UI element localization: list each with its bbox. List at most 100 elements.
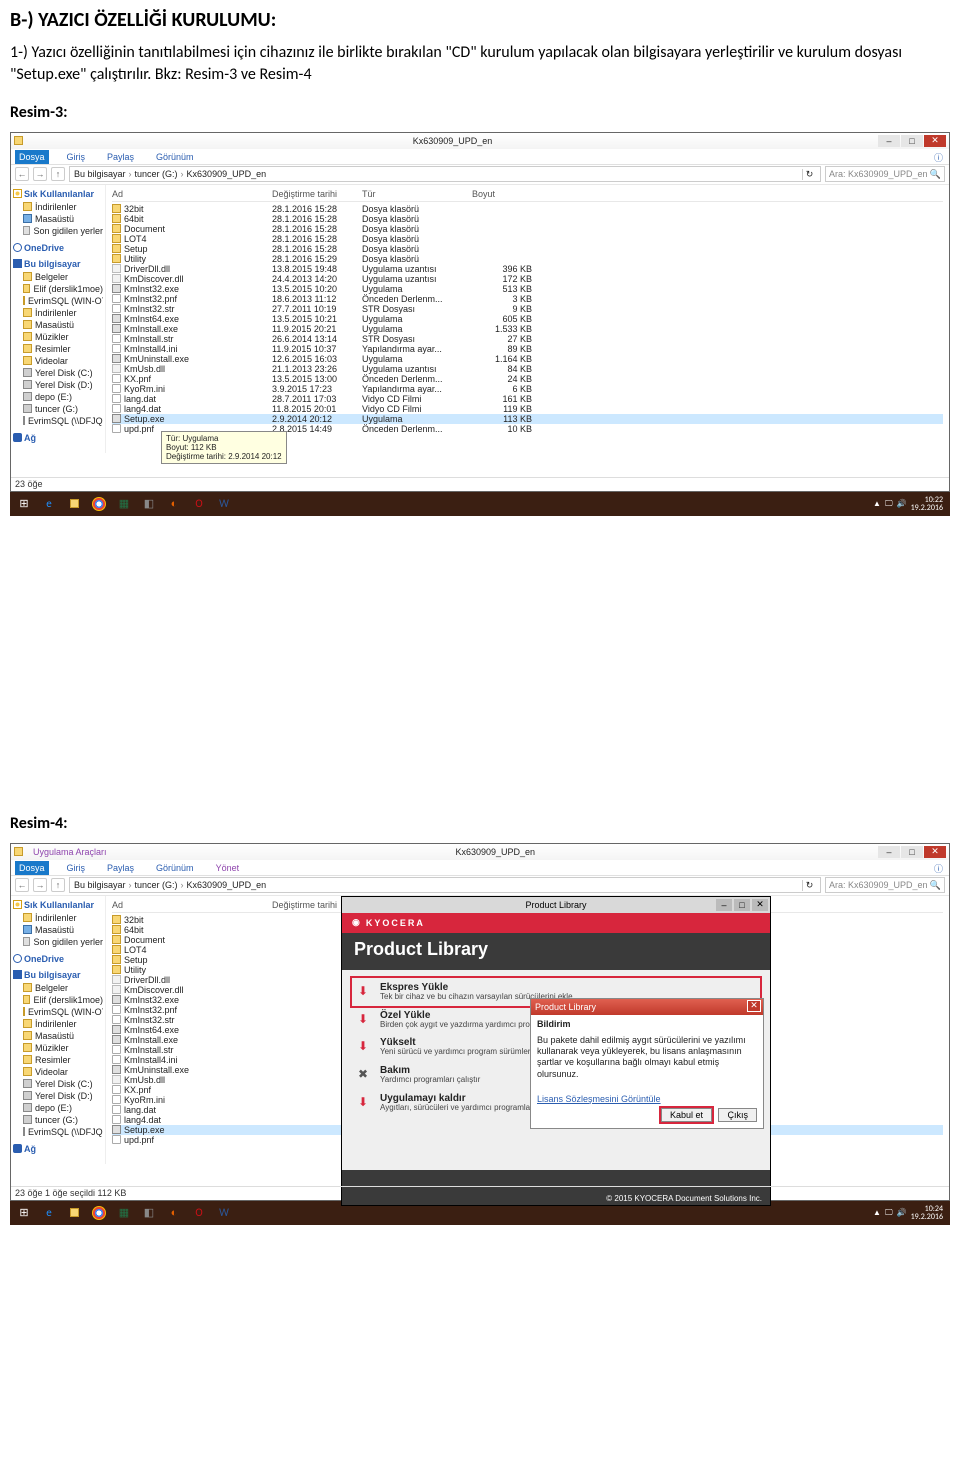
nav-item[interactable]: Elif (derslik1moe) bbox=[13, 283, 103, 295]
nav-item[interactable]: Videolar bbox=[13, 355, 103, 367]
nav-item[interactable]: tuncer (G:) bbox=[13, 403, 103, 415]
taskbar-explorer-icon[interactable] bbox=[64, 495, 84, 513]
file-row[interactable]: Utility28.1.2016 15:29Dosya klasörü bbox=[112, 254, 943, 264]
taskbar-firefox-icon[interactable]: ◐ bbox=[164, 495, 184, 513]
tray-up-icon[interactable]: ▲ bbox=[873, 499, 881, 509]
nav-item[interactable]: İndirilenler bbox=[13, 307, 103, 319]
breadcrumb-seg[interactable]: Kx630909_UPD_en bbox=[187, 169, 267, 179]
nav-item[interactable]: İndirilenler bbox=[13, 1018, 103, 1030]
maximize-button[interactable]: □ bbox=[901, 846, 923, 858]
nav-forward-button[interactable]: → bbox=[33, 878, 47, 892]
nav-item[interactable]: Son gidilen yerler bbox=[13, 936, 103, 948]
notification-close-button[interactable]: ✕ bbox=[747, 1000, 761, 1012]
system-tray[interactable]: ▲ 🖵 🔊 10:24 19.2.2016 bbox=[873, 1205, 946, 1221]
maximize-button[interactable]: □ bbox=[901, 135, 923, 147]
nav-item[interactable]: Masaüstü bbox=[13, 213, 103, 225]
tray-clock[interactable]: 10:22 19.2.2016 bbox=[911, 496, 943, 512]
col-type[interactable]: Tür bbox=[362, 189, 472, 199]
nav-item[interactable]: Yerel Disk (C:) bbox=[13, 1078, 103, 1090]
nav-onedrive[interactable]: OneDrive bbox=[13, 954, 103, 964]
file-row[interactable]: KmDiscover.dll24.4.2013 14:20Uygulama uz… bbox=[112, 274, 943, 284]
breadcrumb-seg[interactable]: tuncer (G:) bbox=[135, 880, 178, 890]
ribbon-help-icon[interactable]: ⓘ bbox=[934, 862, 943, 875]
nav-item[interactable]: depo (E:) bbox=[13, 391, 103, 403]
pl-maximize-button[interactable]: □ bbox=[734, 899, 750, 911]
nav-item[interactable]: EvrimSQL (WIN-O70 bbox=[13, 295, 103, 307]
taskbar-firefox-icon[interactable]: ◐ bbox=[164, 1204, 184, 1222]
taskbar-app-icon[interactable]: ◧ bbox=[139, 495, 159, 513]
nav-onedrive[interactable]: OneDrive bbox=[13, 243, 103, 253]
breadcrumb-seg[interactable]: tuncer (G:) bbox=[135, 169, 178, 179]
taskbar-chrome-icon[interactable] bbox=[89, 1204, 109, 1222]
taskbar-explorer-icon[interactable] bbox=[64, 1204, 84, 1222]
tab-paylas[interactable]: Paylaş bbox=[103, 861, 138, 875]
taskbar-ie-icon[interactable]: e bbox=[39, 495, 59, 513]
search-input[interactable]: Ara: Kx630909_UPD_en 🔍 bbox=[825, 877, 945, 893]
nav-back-button[interactable]: ← bbox=[15, 878, 29, 892]
taskbar-opera-icon[interactable]: O bbox=[189, 1204, 209, 1222]
col-date[interactable]: Değiştirme tarihi bbox=[272, 189, 362, 199]
breadcrumb-seg[interactable]: Kx630909_UPD_en bbox=[187, 880, 267, 890]
taskbar-word-icon[interactable]: W bbox=[214, 1204, 234, 1222]
minimize-button[interactable]: – bbox=[878, 846, 900, 858]
breadcrumb[interactable]: Bu bilgisayar› tuncer (G:)› Kx630909_UPD… bbox=[69, 877, 821, 893]
taskbar-chrome-icon[interactable] bbox=[89, 495, 109, 513]
nav-item[interactable]: Masaüstü bbox=[13, 1030, 103, 1042]
nav-pc-title[interactable]: Bu bilgisayar bbox=[13, 970, 103, 980]
file-row[interactable]: KX.pnf13.5.2015 13:00Önceden Derlenm...2… bbox=[112, 374, 943, 384]
tray-up-icon[interactable]: ▲ bbox=[873, 1208, 881, 1218]
minimize-button[interactable]: – bbox=[878, 135, 900, 147]
file-row[interactable]: Document28.1.2016 15:28Dosya klasörü bbox=[112, 224, 943, 234]
exit-button[interactable]: Çıkış bbox=[718, 1108, 757, 1122]
file-row[interactable]: 32bit28.1.2016 15:28Dosya klasörü bbox=[112, 204, 943, 214]
file-row[interactable]: KmUsb.dll21.1.2013 23:26Uygulama uzantıs… bbox=[112, 364, 943, 374]
tab-dosya[interactable]: Dosya bbox=[15, 861, 49, 875]
taskbar-excel-icon[interactable]: ▦ bbox=[114, 1204, 134, 1222]
nav-item[interactable]: Yerel Disk (D:) bbox=[13, 379, 103, 391]
tab-paylas[interactable]: Paylaş bbox=[103, 150, 138, 164]
nav-favorites-title[interactable]: Sık Kullanılanlar bbox=[13, 189, 103, 199]
nav-item[interactable]: Elif (derslik1moe) bbox=[13, 994, 103, 1006]
file-row[interactable]: Setup.exe2.9.2014 20:12Uygulama113 KB bbox=[112, 414, 943, 424]
tray-volume-icon[interactable]: 🔊 bbox=[897, 499, 907, 509]
system-tray[interactable]: ▲ 🖵 🔊 10:22 19.2.2016 bbox=[873, 496, 946, 512]
nav-item[interactable]: Müzikler bbox=[13, 331, 103, 343]
taskbar-opera-icon[interactable]: O bbox=[189, 495, 209, 513]
col-name[interactable]: Ad bbox=[112, 189, 272, 199]
tray-display-icon[interactable]: 🖵 bbox=[885, 1208, 893, 1218]
start-button[interactable]: ⊞ bbox=[14, 495, 34, 513]
nav-pc-title[interactable]: Bu bilgisayar bbox=[13, 259, 103, 269]
nav-item[interactable]: İndirilenler bbox=[13, 912, 103, 924]
nav-item[interactable]: Masaüstü bbox=[13, 924, 103, 936]
nav-item[interactable]: tuncer (G:) bbox=[13, 1114, 103, 1126]
nav-network[interactable]: Ağ bbox=[13, 433, 103, 443]
taskbar-word-icon[interactable]: W bbox=[214, 495, 234, 513]
refresh-icon[interactable]: ↻ bbox=[802, 169, 816, 180]
tab-giris[interactable]: Giriş bbox=[63, 861, 90, 875]
nav-item[interactable]: depo (E:) bbox=[13, 1102, 103, 1114]
tab-gorunum[interactable]: Görünüm bbox=[152, 861, 198, 875]
breadcrumb[interactable]: Bu bilgisayar› tuncer (G:)› Kx630909_UPD… bbox=[69, 166, 821, 182]
nav-item[interactable]: Yerel Disk (D:) bbox=[13, 1090, 103, 1102]
file-row[interactable]: KmUninstall.exe12.6.2015 16:03Uygulama1.… bbox=[112, 354, 943, 364]
nav-favorites-title[interactable]: Sık Kullanılanlar bbox=[13, 900, 103, 910]
nav-item[interactable]: Masaüstü bbox=[13, 319, 103, 331]
file-row[interactable]: KmInst32.pnf18.6.2013 11:12Önceden Derle… bbox=[112, 294, 943, 304]
file-row[interactable]: KmInstall4.ini11.9.2015 10:37Yapılandırm… bbox=[112, 344, 943, 354]
column-headers[interactable]: Ad Değiştirme tarihi Tür Boyut bbox=[112, 189, 943, 202]
nav-up-button[interactable]: ↑ bbox=[51, 878, 65, 892]
nav-item[interactable]: Yerel Disk (C:) bbox=[13, 367, 103, 379]
breadcrumb-seg[interactable]: Bu bilgisayar bbox=[74, 880, 126, 890]
taskbar-app-icon[interactable]: ◧ bbox=[139, 1204, 159, 1222]
nav-back-button[interactable]: ← bbox=[15, 167, 29, 181]
refresh-icon[interactable]: ↻ bbox=[802, 880, 816, 891]
file-row[interactable]: KmInst64.exe13.5.2015 10:21Uygulama605 K… bbox=[112, 314, 943, 324]
nav-item[interactable]: Belgeler bbox=[13, 271, 103, 283]
file-row[interactable]: KmInst32.str27.7.2011 10:19STR Dosyası9 … bbox=[112, 304, 943, 314]
file-row[interactable]: KyoRm.ini3.9.2015 17:23Yapılandırma ayar… bbox=[112, 384, 943, 394]
nav-item[interactable]: Videolar bbox=[13, 1066, 103, 1078]
nav-item[interactable]: Son gidilen yerler bbox=[13, 225, 103, 237]
tray-display-icon[interactable]: 🖵 bbox=[885, 499, 893, 509]
pl-close-button[interactable]: ✕ bbox=[752, 899, 768, 911]
file-row[interactable]: KmInstall.str26.6.2014 13:14STR Dosyası2… bbox=[112, 334, 943, 344]
